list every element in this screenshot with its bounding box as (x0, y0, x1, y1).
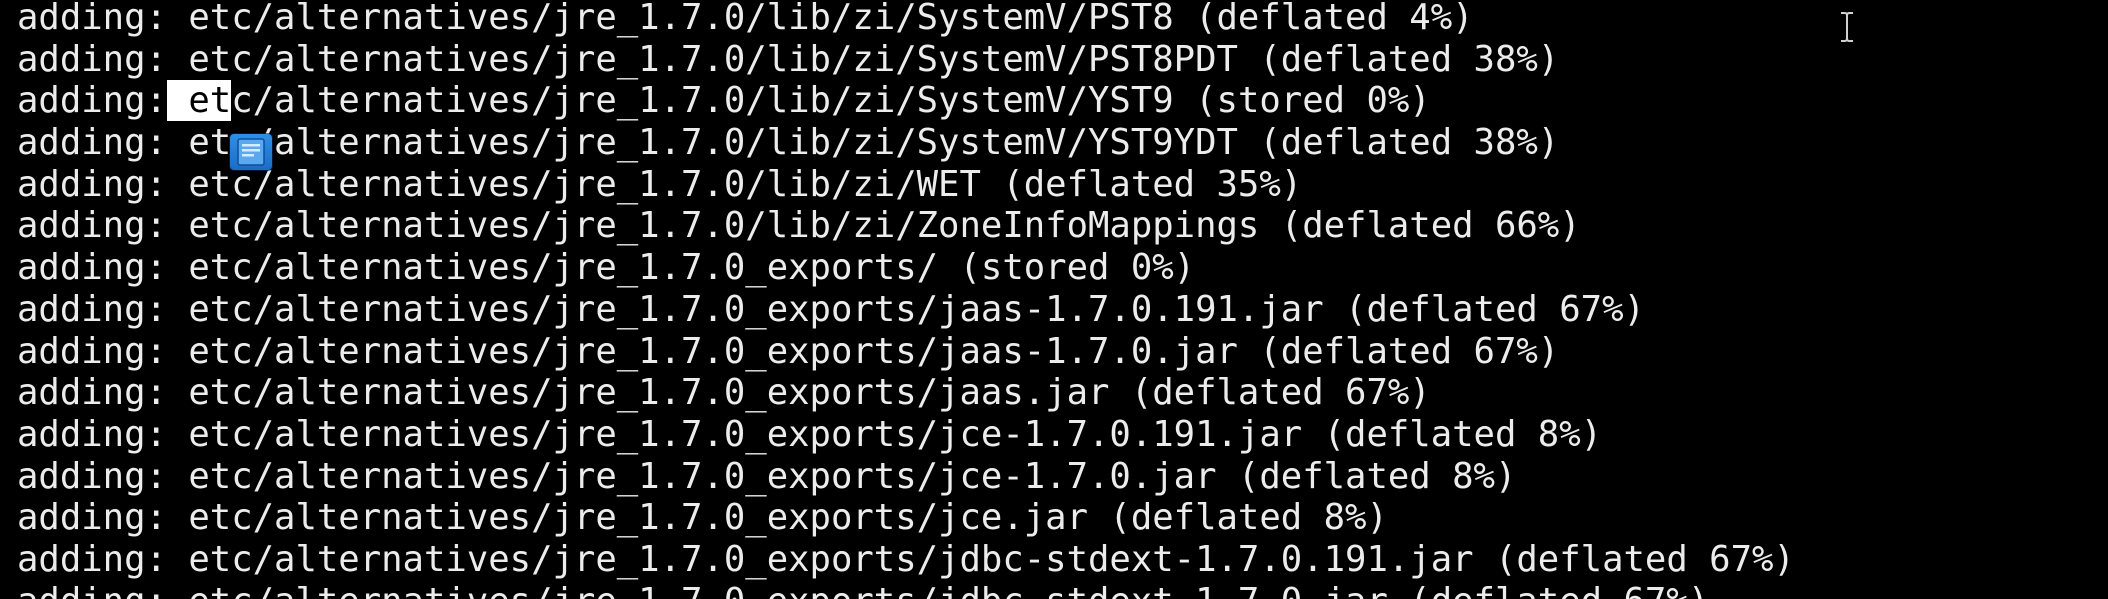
terminal-output[interactable]: adding: etc/alternatives/jre_1.7.0/lib/z… (17, 0, 1795, 599)
terminal-line-selected[interactable]: adding: etc/alternatives/jre_1.7.0/lib/z… (17, 80, 1795, 122)
i-beam-cursor-icon (1840, 12, 1854, 42)
terminal-window[interactable]: adding: etc/alternatives/jre_1.7.0/lib/z… (0, 0, 2108, 599)
terminal-line[interactable]: adding: etc/alternatives/jre_1.7.0/lib/z… (17, 122, 1795, 164)
terminal-line[interactable]: adding: etc/alternatives/jre_1.7.0_expor… (17, 372, 1795, 414)
terminal-line[interactable]: adding: etc/alternatives/jre_1.7.0/lib/z… (17, 164, 1795, 206)
line-prefix: adding: (17, 80, 167, 122)
terminal-line[interactable]: adding: etc/alternatives/jre_1.7.0/lib/z… (17, 39, 1795, 81)
terminal-line[interactable]: adding: etc/alternatives/jre_1.7.0/lib/z… (17, 0, 1795, 39)
terminal-line-partial[interactable]: adding: etc/alternatives/jre_1.7.0_expor… (17, 581, 1795, 599)
dragged-file-icon[interactable] (230, 134, 272, 170)
terminal-line[interactable]: adding: etc/alternatives/jre_1.7.0_expor… (17, 414, 1795, 456)
terminal-line[interactable]: adding: etc/alternatives/jre_1.7.0_expor… (17, 497, 1795, 539)
text-selection[interactable]: et (166, 80, 232, 122)
terminal-line[interactable]: adding: etc/alternatives/jre_1.7.0_expor… (17, 289, 1795, 331)
terminal-line[interactable]: adding: etc/alternatives/jre_1.7.0_expor… (17, 331, 1795, 373)
terminal-line[interactable]: adding: etc/alternatives/jre_1.7.0_expor… (17, 247, 1795, 289)
file-icon (237, 138, 265, 166)
terminal-line[interactable]: adding: etc/alternatives/jre_1.7.0_expor… (17, 539, 1795, 581)
line-rest: c/alternatives/jre_1.7.0/lib/zi/SystemV/… (231, 80, 1431, 122)
terminal-line[interactable]: adding: etc/alternatives/jre_1.7.0_expor… (17, 456, 1795, 498)
terminal-line[interactable]: adding: etc/alternatives/jre_1.7.0/lib/z… (17, 205, 1795, 247)
